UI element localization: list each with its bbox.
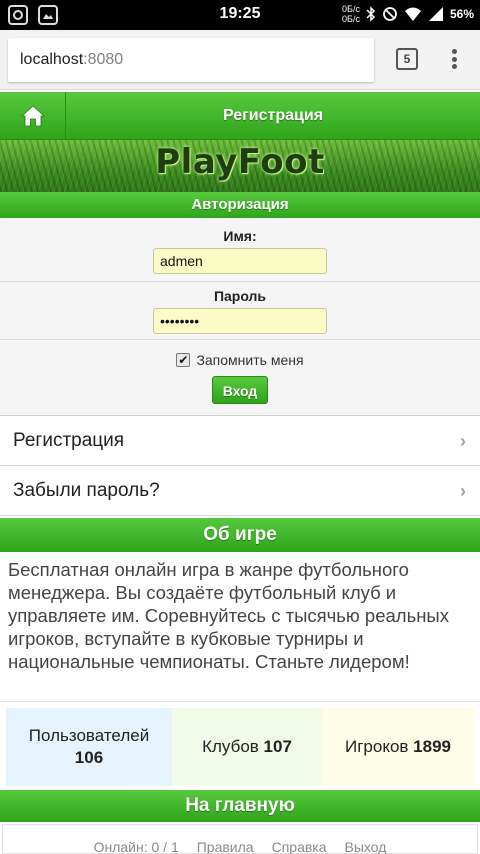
data-speed: 0Б/с 0Б/с	[342, 4, 360, 24]
home-icon	[20, 105, 45, 127]
stats-panel: Пользователей 106 Клубов 107 Игроков 189…	[6, 708, 474, 786]
image-notification-icon	[38, 5, 58, 25]
users-stat-value: 106	[74, 748, 104, 767]
password-field-group: Пароль ••••••••	[0, 282, 480, 340]
name-field-group: Имя: admen	[0, 218, 480, 282]
address-bar[interactable]: localhost:8080	[8, 38, 374, 82]
page-header: Регистрация	[0, 92, 480, 140]
online-counter: Онлайн: 0 / 1	[93, 839, 179, 854]
users-stat-label: Пользователей	[28, 726, 150, 745]
grass-banner: PlayFoot	[0, 140, 480, 192]
clock: 19:25	[219, 5, 261, 22]
forgot-password-link[interactable]: Забыли пароль? ›	[0, 466, 480, 516]
name-input[interactable]: admen	[153, 248, 327, 274]
app-notification-icon	[8, 5, 28, 25]
battery-percent: 56%	[449, 7, 474, 21]
password-label: Пароль	[213, 288, 267, 304]
logout-link[interactable]: Выход	[345, 839, 387, 854]
url-port: :8080	[83, 51, 124, 68]
data-down-text: 0Б/с	[342, 14, 360, 24]
clubs-stat-label: Клубов	[202, 737, 259, 756]
browser-toolbar: localhost:8080 5	[0, 30, 480, 90]
players-stat-label: Игроков	[344, 737, 409, 756]
clubs-stat-value: 107	[263, 737, 292, 756]
wifi-icon	[404, 7, 421, 21]
rules-link[interactable]: Правила	[197, 839, 254, 854]
clubs-stat: Клубов 107	[172, 708, 322, 786]
bluetooth-icon	[366, 6, 376, 22]
help-link[interactable]: Справка	[272, 839, 327, 854]
signal-icon	[428, 7, 443, 21]
register-link[interactable]: Регистрация ›	[0, 416, 480, 466]
login-button[interactable]: Вход	[212, 376, 268, 404]
do-not-disturb-icon	[383, 7, 397, 21]
chevron-right-icon: ›	[460, 481, 466, 501]
url-host: localhost	[20, 51, 84, 68]
auth-section-title: Авторизация	[0, 192, 480, 218]
register-link-label: Регистрация	[13, 430, 125, 451]
notification-icons	[8, 5, 58, 25]
tab-switcher-button[interactable]: 5	[396, 48, 418, 70]
chevron-right-icon: ›	[460, 431, 466, 451]
remember-me-label[interactable]: Запомнить меня	[196, 352, 303, 368]
about-section-title: Об игре	[0, 518, 480, 552]
remember-me-row: ✔ Запомнить меня	[0, 352, 480, 368]
about-description: Бесплатная онлайн игра в жанре футбольно…	[0, 552, 480, 702]
users-stat: Пользователей 106	[6, 708, 172, 786]
page-title: Регистрация	[222, 107, 324, 124]
to-main-page-button[interactable]: На главную	[0, 790, 480, 822]
players-stat-value: 1899	[413, 737, 451, 756]
players-stat: Игроков 1899	[322, 708, 474, 786]
status-bar: 19:25 0Б/с 0Б/с 56%	[0, 0, 480, 30]
login-form: Имя: admen Пароль •••••••• ✔ Запомнить м…	[0, 218, 480, 416]
remember-me-checkbox[interactable]: ✔	[176, 353, 191, 367]
password-input[interactable]: ••••••••	[153, 308, 327, 334]
site-logo: PlayFoot	[155, 142, 325, 182]
forgot-password-label: Забыли пароль?	[13, 480, 160, 501]
name-label: Имя:	[223, 228, 257, 244]
footer: Онлайн: 0 / 1 Правила Справка Выход	[2, 824, 478, 854]
data-up-text: 0Б/с	[342, 4, 360, 14]
browser-menu-icon[interactable]	[446, 46, 462, 72]
home-button[interactable]	[0, 92, 66, 140]
